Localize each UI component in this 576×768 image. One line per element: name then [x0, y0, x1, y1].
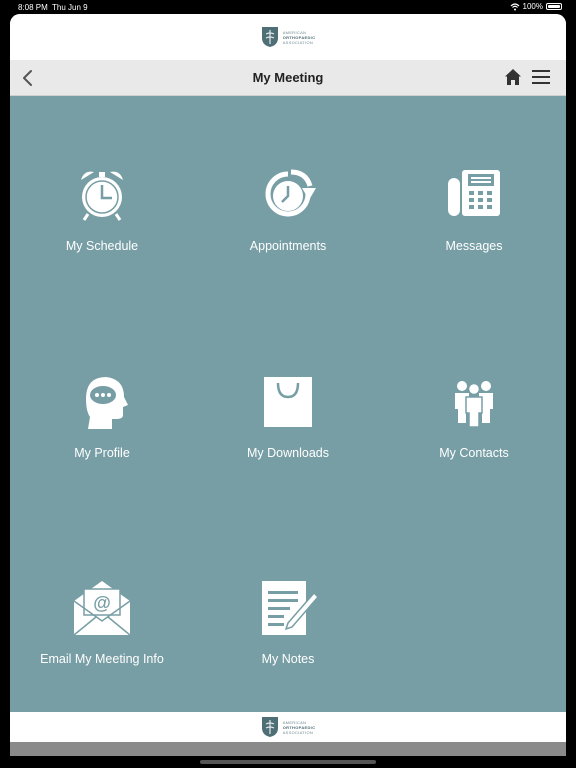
brand-text: AMERICAN ORTHOPAEDIC ASSOCIATION — [283, 30, 316, 45]
head-speech-icon — [86, 377, 128, 429]
tile-my-profile[interactable]: My Profile — [27, 371, 177, 511]
tile-label: My Downloads — [247, 446, 329, 460]
footer-logo-bar: AMERICAN ORTHOPAEDIC ASSOCIATION — [10, 712, 566, 742]
hamburger-menu-icon[interactable] — [532, 69, 550, 85]
tile-label: My Contacts — [439, 446, 509, 460]
status-right: 100% — [510, 2, 562, 11]
shopping-bag-icon — [264, 377, 312, 427]
tile-label: Appointments — [249, 239, 327, 253]
tile-label: My Schedule — [65, 239, 139, 253]
shield-logo-icon — [261, 717, 278, 737]
tile-appointments[interactable]: Appointments — [213, 164, 363, 304]
brand-line-3: ASSOCIATION — [282, 729, 314, 735]
page-title: My Meeting — [252, 70, 324, 85]
clock-arrow-icon — [265, 169, 316, 217]
fax-phone-icon — [448, 170, 500, 216]
meeting-menu-grid: My Schedule Appointments Messages My Pro… — [10, 96, 566, 712]
header-logo-bar: AMERICAN ORTHOPAEDIC ASSOCIATION — [10, 14, 566, 60]
tile-label: Email My Meeting Info — [40, 652, 164, 666]
brand-logo: AMERICAN ORTHOPAEDIC ASSOCIATION — [261, 26, 316, 48]
tile-email-meeting-info[interactable]: @ Email My Meeting Info — [27, 577, 177, 717]
footer-brand-logo: AMERICAN ORTHOPAEDIC ASSOCIATION — [261, 716, 316, 738]
nav-bar: My Meeting — [10, 60, 566, 96]
status-bar: 8:08 PM Thu Jun 9 100% — [0, 0, 576, 14]
status-time: 8:08 PM — [18, 3, 48, 12]
bottom-bar — [10, 742, 566, 756]
app-window: AMERICAN ORTHOPAEDIC ASSOCIATION My Meet… — [10, 14, 566, 756]
home-indicator[interactable] — [200, 760, 376, 764]
status-date: Thu Jun 9 — [52, 3, 88, 12]
brand-line-3: ASSOCIATION — [282, 39, 314, 45]
tile-my-downloads[interactable]: My Downloads — [213, 371, 363, 511]
tile-messages[interactable]: Messages — [399, 164, 549, 304]
wifi-icon — [510, 2, 519, 10]
email-envelope-icon: @ — [73, 581, 131, 636]
tile-my-schedule[interactable]: My Schedule — [27, 164, 177, 304]
tile-label: My Profile — [74, 446, 130, 460]
footer-brand-text: AMERICAN ORTHOPAEDIC ASSOCIATION — [283, 720, 316, 735]
tile-label: Messages — [445, 239, 503, 253]
alarm-clock-icon — [81, 171, 123, 221]
notes-pencil-icon — [262, 579, 318, 635]
tile-my-contacts[interactable]: My Contacts — [399, 371, 549, 511]
shield-logo-icon — [261, 27, 278, 47]
battery-percent: 100% — [522, 2, 543, 11]
battery-icon — [546, 3, 562, 10]
svg-text:@: @ — [93, 593, 111, 613]
tile-label: My Notes — [261, 652, 315, 666]
people-group-icon — [455, 381, 493, 428]
tile-my-notes[interactable]: My Notes — [213, 577, 363, 717]
home-icon[interactable] — [504, 68, 522, 86]
